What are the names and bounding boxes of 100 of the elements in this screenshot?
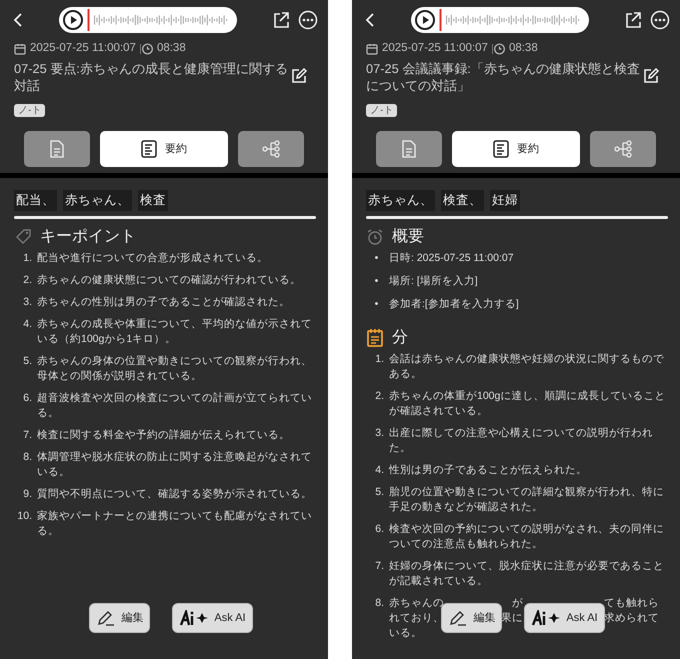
list-item-text: が — [512, 596, 523, 611]
date-time: 2025-07-25 11:00:07 — [382, 41, 488, 56]
pencil-icon — [448, 609, 468, 627]
list-marker: • — [374, 251, 380, 266]
list-item-text: 赤ちゃんの体重が100gに達し、順調に成長していることが確認されている。 — [389, 389, 666, 419]
list-marker: 4. — [374, 463, 385, 478]
tab[interactable]: 要約 — [452, 131, 580, 168]
keyword: 配当、 — [14, 190, 57, 211]
list-marker: • — [374, 274, 380, 289]
list-marker: 1. — [374, 352, 385, 367]
list-item-text: 出産に際しての注意や心構えについての説明が行われた。 — [389, 426, 654, 456]
document-icon — [49, 140, 65, 158]
tab[interactable]: 要約 — [100, 131, 228, 168]
duration: 08:38 — [508, 41, 538, 56]
calendar-icon — [14, 42, 26, 55]
share-icon[interactable] — [624, 11, 642, 29]
list-marker: 6. — [22, 391, 33, 406]
back-icon[interactable] — [364, 12, 376, 28]
summary-icon — [493, 140, 509, 158]
list-marker: 5. — [22, 354, 33, 369]
notepad-icon — [366, 328, 384, 348]
list-marker: 2. — [374, 389, 385, 404]
list-item-text: 検査や次回の予約についての説明がなされ、夫の同伴についての注意点も触れられた。 — [389, 522, 665, 552]
more-icon[interactable] — [650, 10, 670, 30]
list-marker: 2. — [22, 273, 33, 288]
list-item-text: 果に — [501, 611, 523, 626]
keyword: 赤ちゃん、 — [63, 190, 132, 211]
list-item-text: 赤ちゃんの身体の位置や動きについての観察が行われ、母体との関係が説明されている。 — [37, 354, 313, 384]
action-button[interactable]: Ask AI — [172, 603, 253, 633]
list-item-text: 日時: 2025-07-25 11:00:07 — [389, 251, 514, 266]
play-icon[interactable] — [63, 10, 83, 30]
list-marker: 3. — [374, 426, 385, 441]
list-marker: 9. — [22, 487, 33, 502]
note-tag: ノ-ト — [14, 104, 46, 118]
date-time: 2025-07-25 11:00:07 — [30, 41, 136, 56]
list-item-text: 会話は赤ちゃんの健康状態や妊婦の状況に関するものである。 — [389, 352, 665, 382]
play-icon[interactable] — [415, 10, 435, 30]
list-item-text: 質問や不明点について、確認する姿勢が示されている。 — [37, 487, 312, 502]
audio-player[interactable] — [59, 7, 237, 33]
list-item-text: 超音波検査や次回の検査についての計画が立てられている。 — [37, 391, 313, 421]
calendar-icon — [366, 42, 378, 55]
list-item-text: 赤ちゃんの性別は男の子であることが確認された。 — [37, 295, 290, 310]
list-marker: 8. — [374, 596, 385, 611]
list-item-text: 体調管理や脱水症状の防止に関する注意喚起がなされている。 — [37, 450, 313, 480]
document-icon — [401, 140, 417, 158]
list-marker: 1. — [22, 251, 33, 266]
list-item-text: 性別は男の子であることが伝えられた。 — [389, 463, 587, 478]
list-item-text: いる。 — [389, 626, 422, 641]
clock-icon — [140, 42, 153, 55]
mind-map-icon — [614, 140, 632, 158]
playhead-icon — [439, 9, 442, 31]
list-marker: 8. — [22, 450, 33, 465]
section-heading: 分 — [392, 328, 408, 348]
tab[interactable] — [24, 131, 90, 168]
list-marker: 10. — [16, 509, 33, 524]
action-button[interactable]: 編集 — [89, 603, 150, 633]
note-title: 07-25 会議議事録:「赤ちゃんの健康状態と検査についての対話」 — [365, 60, 640, 94]
keyword: 検査 — [138, 190, 168, 211]
section-heading: キーポイント — [40, 227, 136, 247]
list-item-text: 求められて — [604, 611, 659, 626]
tag-icon — [14, 228, 32, 246]
list-item-text: 参加者:[参加者を入力する] — [389, 297, 519, 312]
list-marker: 7. — [22, 428, 33, 443]
list-item-text: 胎児の位置や動きについての詳細な観察が行われ、特に手足の動きなどが確認された。 — [389, 485, 665, 515]
ai-sparkle-icon — [179, 610, 210, 626]
list-item-text: 妊婦の身体について、脱水症状に注意が必要であることが記載されている。 — [389, 559, 665, 589]
list-marker: 5. — [374, 485, 385, 500]
keyword: 赤ちゃん、 — [366, 190, 435, 211]
audio-player[interactable] — [411, 7, 589, 33]
share-icon[interactable] — [272, 11, 290, 29]
list-item-text: 場所: [場所を入力] — [389, 274, 478, 289]
list-item-text: 赤ちゃんの — [389, 596, 444, 611]
list-item-text: 赤ちゃんの健康状態についての確認が行われている。 — [37, 273, 301, 288]
pencil-icon — [96, 609, 116, 627]
tab[interactable] — [376, 131, 442, 168]
list-marker: 3. — [22, 295, 33, 310]
list-marker: 7. — [374, 559, 385, 574]
ai-sparkle-icon — [531, 610, 562, 626]
section-heading: 概要 — [392, 227, 424, 247]
mind-map-icon — [262, 140, 280, 158]
edit-icon[interactable] — [642, 67, 660, 86]
keyword: 検査、 — [441, 190, 484, 211]
playhead-icon — [87, 9, 90, 31]
back-icon[interactable] — [12, 12, 24, 28]
list-item-text: 家族やパートナーとの連携についても配慮がなされている。 — [37, 509, 313, 539]
clock-icon — [492, 42, 505, 55]
action-button[interactable]: Ask AI — [524, 603, 605, 633]
list-item-text: 検査に関する料金や予約の詳細が伝えられている。 — [37, 428, 290, 443]
note-title: 07-25 要点:赤ちゃんの成長と健康管理に関する対話 — [13, 60, 288, 94]
list-marker: 4. — [22, 317, 33, 332]
tab[interactable] — [238, 131, 304, 168]
note-tag: ノ-ト — [366, 104, 398, 118]
keyword: 妊婦 — [490, 190, 520, 211]
tab[interactable] — [590, 131, 656, 168]
list-item-text: れており、 — [389, 611, 444, 626]
edit-icon[interactable] — [290, 67, 308, 86]
list-marker: • — [374, 297, 380, 312]
more-icon[interactable] — [298, 10, 318, 30]
duration: 08:38 — [156, 41, 186, 56]
list-item-text: 赤ちゃんの成長や体重について、平均的な値が示されている（約100gから1キロ）。 — [37, 317, 313, 347]
